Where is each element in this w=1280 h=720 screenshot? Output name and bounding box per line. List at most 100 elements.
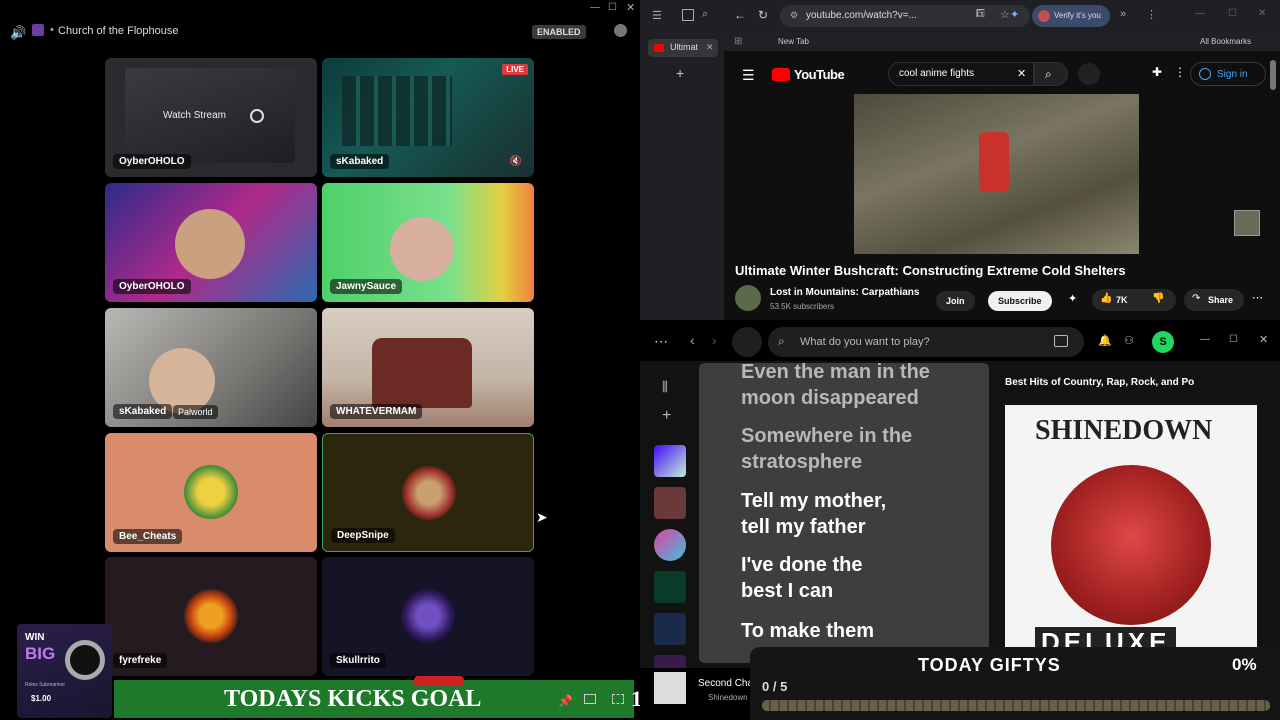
new-tab-icon[interactable]: +: [676, 65, 684, 81]
video-tile[interactable]: WHATEVERMAM: [322, 308, 534, 427]
playlist-title[interactable]: Best Hits of Country, Rap, Rock, and Po: [1005, 377, 1205, 388]
bookmark-new-tab[interactable]: New Tab: [778, 37, 809, 46]
video-tile[interactable]: OyberOHOLO: [105, 183, 317, 302]
watch-stream-button[interactable]: Watch Stream: [163, 110, 226, 121]
apps-icon[interactable]: ⊞: [734, 36, 742, 47]
minimize-icon[interactable]: —: [1195, 8, 1205, 19]
forward-icon[interactable]: ›: [712, 332, 717, 348]
minimize-icon[interactable]: —: [1200, 334, 1210, 345]
user-avatar[interactable]: S: [1152, 331, 1174, 353]
all-bookmarks[interactable]: All Bookmarks: [1200, 37, 1251, 46]
video-tile[interactable]: JawnySauce: [322, 183, 534, 302]
avatar-tile[interactable]: Skullrrito: [322, 557, 534, 676]
yt-search-input[interactable]: cool anime fights ✕: [888, 62, 1034, 86]
star-icon[interactable]: ☆: [1000, 8, 1010, 21]
minimize-icon[interactable]: —: [590, 2, 600, 13]
menu-icon[interactable]: ⋮: [1146, 8, 1157, 21]
library-icon[interactable]: ⫼: [662, 379, 668, 395]
back-icon[interactable]: ←: [734, 8, 746, 22]
microphone-icon[interactable]: [1078, 63, 1100, 85]
lyric-line[interactable]: I've done the best I can: [741, 552, 881, 604]
share-button[interactable]: ↷ Share: [1184, 289, 1244, 311]
lyrics-panel: Even the man in the moon disappeared Som…: [699, 363, 989, 663]
tab-grid-icon[interactable]: [682, 9, 694, 21]
yt-search-button[interactable]: ⌕: [1034, 62, 1068, 86]
close-icon[interactable]: ✕: [626, 1, 635, 14]
lyric-line[interactable]: To make them: [741, 618, 921, 644]
stream-tile[interactable]: Watch Stream OyberOHOLO: [105, 58, 317, 177]
friends-icon[interactable]: ⚇: [1124, 334, 1134, 347]
more-icon[interactable]: ⋮: [1174, 65, 1186, 79]
avatar-tile[interactable]: Bee_Cheats: [105, 433, 317, 552]
stream-tile[interactable]: LIVE 🔇 sKabaked: [322, 58, 534, 177]
maximize-icon[interactable]: ☐: [1228, 8, 1237, 19]
liked-songs-icon[interactable]: [654, 445, 686, 477]
lyric-line[interactable]: Even the man in the moon disappeared: [741, 363, 941, 411]
youtube-page: ☰ YouTube cool anime fights ✕ ⌕ ✚ ⋮ Sign…: [724, 51, 1280, 320]
bell-icon[interactable]: 🔔: [1098, 334, 1112, 347]
sign-in-button[interactable]: Sign in: [1190, 62, 1266, 86]
tab-search-icon[interactable]: ⌕: [702, 8, 708, 21]
library-item[interactable]: [654, 613, 686, 645]
hype-icon[interactable]: ✦: [1068, 292, 1077, 305]
lyric-line[interactable]: Somewhere in the stratosphere: [741, 423, 921, 475]
library-item[interactable]: [654, 529, 686, 561]
lyric-line[interactable]: Tell my mother, tell my father: [741, 488, 901, 540]
more-tools-icon[interactable]: »: [1120, 8, 1126, 20]
track-thumbnail[interactable]: [654, 672, 686, 704]
screen-share-icon[interactable]: [250, 109, 264, 123]
mute-icon[interactable]: 🔇: [510, 156, 522, 167]
win-big-overlay: WIN BIG Rolex Submariner $1.00: [17, 624, 112, 718]
create-icon[interactable]: ✚: [1152, 65, 1162, 79]
dislike-icon[interactable]: 👎: [1152, 293, 1164, 304]
spotify-search-input[interactable]: ⌕ What do you want to play?: [768, 327, 1084, 357]
extensions-icon[interactable]: ⧠: [976, 8, 985, 21]
scrollbar[interactable]: [1270, 60, 1276, 90]
tab[interactable]: Ultimat ✕: [648, 39, 718, 57]
youtube-logo[interactable]: YouTube: [794, 67, 845, 82]
maximize-icon[interactable]: ☐: [1229, 334, 1238, 345]
browse-icon[interactable]: [1054, 335, 1068, 347]
enabled-badge[interactable]: ENABLED: [532, 25, 586, 39]
fullscreen-icon[interactable]: [612, 694, 624, 704]
video-player[interactable]: [854, 94, 1139, 254]
maximize-icon[interactable]: ☐: [608, 2, 617, 13]
back-icon[interactable]: ‹: [690, 332, 695, 348]
avatar-tile[interactable]: DeepSnipe: [322, 433, 534, 552]
hamburger-icon[interactable]: ☰: [742, 67, 755, 84]
sidebar-toggle-icon[interactable]: ☰: [652, 9, 662, 22]
reload-icon[interactable]: ↻: [758, 8, 768, 22]
track-artist[interactable]: Shinedown: [708, 693, 748, 702]
menu-icon[interactable]: ⋯: [654, 333, 668, 350]
join-button[interactable]: Join: [936, 291, 975, 311]
avatar-tile[interactable]: fyrefreke: [105, 557, 317, 676]
url-text[interactable]: youtube.com/watch?v=...: [806, 10, 917, 21]
youtube-logo-icon[interactable]: [772, 68, 790, 81]
verify-button[interactable]: Verify it's you: [1032, 5, 1110, 27]
close-tab-icon[interactable]: ✕: [706, 42, 714, 53]
close-icon[interactable]: ✕: [1258, 8, 1266, 19]
address-bar[interactable]: ⚙ youtube.com/watch?v=... ⧉ ☆: [780, 5, 1030, 27]
channel-avatar[interactable]: [735, 285, 761, 311]
search-icon: ⌕: [1045, 67, 1052, 81]
video-tile[interactable]: sKabaked Palworld: [105, 308, 317, 427]
chat-bubble-icon[interactable]: [614, 24, 627, 37]
more-actions-icon[interactable]: ⋯: [1252, 291, 1263, 304]
album-art[interactable]: SHINEDOWN DELUXE: [1005, 405, 1257, 658]
subscribe-button[interactable]: Subscribe: [988, 291, 1052, 311]
channel-name[interactable]: Lost in Mountains: Carpathians: [770, 287, 919, 298]
create-playlist-icon[interactable]: +: [662, 407, 671, 425]
clear-search-icon[interactable]: ✕: [1017, 67, 1026, 80]
library-item[interactable]: [654, 487, 686, 519]
speaker-icon[interactable]: 🔊: [10, 25, 26, 41]
close-icon[interactable]: ✕: [1259, 333, 1268, 346]
home-icon[interactable]: [732, 327, 762, 357]
youtube-favicon-icon: [654, 44, 664, 52]
gemini-icon[interactable]: ✦: [1010, 8, 1019, 21]
popout-icon[interactable]: [584, 694, 596, 704]
like-icon[interactable]: 👍: [1100, 293, 1112, 304]
pin-icon[interactable]: 📌: [558, 694, 573, 708]
like-count[interactable]: 7K: [1116, 295, 1128, 305]
library-item[interactable]: [654, 571, 686, 603]
site-info-icon[interactable]: ⚙: [790, 10, 798, 21]
